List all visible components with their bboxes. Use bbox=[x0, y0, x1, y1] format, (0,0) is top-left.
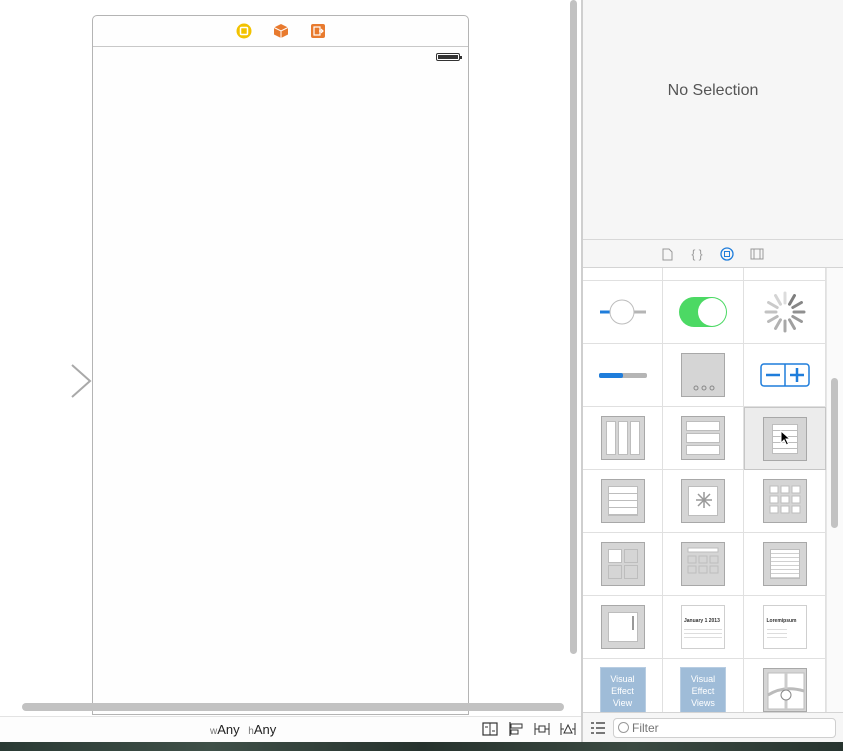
table-view-controller-item[interactable] bbox=[744, 407, 826, 470]
collection-view-controller-item[interactable] bbox=[744, 470, 826, 533]
stepper-item[interactable] bbox=[744, 344, 826, 407]
slider-item[interactable] bbox=[583, 281, 663, 344]
file-template-icon[interactable] bbox=[660, 247, 674, 261]
library-item[interactable] bbox=[583, 268, 663, 281]
desktop-background bbox=[0, 742, 843, 751]
scroll-view-item[interactable] bbox=[583, 596, 663, 659]
collection-view-item[interactable] bbox=[583, 470, 663, 533]
table-view-item[interactable] bbox=[583, 407, 663, 470]
visual-effect-views-item[interactable]: Visual Effect Views bbox=[663, 659, 744, 712]
pin-icon[interactable] bbox=[534, 722, 550, 736]
height-value: Any bbox=[253, 722, 277, 737]
picker-title: Loremipsum bbox=[766, 618, 797, 624]
visual-effect-views-label-3: Views bbox=[691, 698, 715, 708]
date-picker-year: 2013 bbox=[708, 618, 720, 624]
stack-icon[interactable] bbox=[482, 722, 498, 736]
view-controller-scene[interactable] bbox=[92, 15, 469, 715]
size-class-control[interactable]: wAny hAny bbox=[210, 722, 276, 737]
visual-effect-label-2: Effect bbox=[611, 686, 634, 696]
resolve-issues-icon[interactable] bbox=[560, 722, 576, 736]
date-picker-day: 1 bbox=[704, 618, 708, 624]
library-scrollbar[interactable] bbox=[826, 268, 843, 712]
scene-dock bbox=[93, 16, 468, 47]
list-view-toggle-icon[interactable] bbox=[591, 722, 605, 734]
collection-view-cell-item[interactable] bbox=[663, 533, 744, 596]
no-selection-label: No Selection bbox=[667, 82, 759, 99]
page-control-item[interactable] bbox=[663, 344, 744, 407]
code-snippet-icon[interactable]: { } bbox=[690, 247, 704, 261]
visual-effect-views-label-1: Visual bbox=[690, 674, 716, 684]
container-view-item[interactable] bbox=[583, 533, 663, 596]
view-controller-icon[interactable] bbox=[236, 23, 252, 39]
switch-item[interactable] bbox=[663, 281, 744, 344]
filter-input[interactable] bbox=[613, 718, 836, 738]
map-kit-view-item[interactable] bbox=[744, 659, 826, 712]
visual-effect-views-label-2: Effect bbox=[691, 686, 715, 696]
battery-icon bbox=[436, 53, 462, 61]
date-picker-month: January bbox=[684, 618, 704, 624]
progress-view-item[interactable] bbox=[583, 344, 663, 407]
canvas-bottom-bar: wAny hAny bbox=[0, 716, 582, 742]
align-icon[interactable] bbox=[508, 722, 524, 736]
library-item[interactable] bbox=[744, 268, 826, 281]
inspector-pane: No Selection bbox=[583, 0, 843, 240]
exit-icon[interactable] bbox=[310, 23, 326, 39]
picker-view-item[interactable]: Loremipsum bbox=[744, 596, 826, 659]
filter-icon bbox=[618, 722, 629, 733]
library-item[interactable] bbox=[663, 268, 744, 281]
object-library[interactable]: January 1 2013 Loremipsum Visual Effect … bbox=[583, 268, 826, 712]
visual-effect-view-item[interactable]: Visual Effect View bbox=[583, 659, 663, 712]
storyboard-canvas[interactable] bbox=[0, 0, 568, 716]
first-responder-icon[interactable] bbox=[273, 23, 289, 39]
canvas-horizontal-scrollbar[interactable] bbox=[22, 703, 564, 711]
visual-effect-label-3: View bbox=[612, 698, 633, 708]
initial-view-controller-arrow[interactable] bbox=[0, 362, 94, 400]
library-tab-bar: { } bbox=[583, 240, 843, 268]
canvas-vertical-scrollbar[interactable] bbox=[570, 0, 578, 654]
table-view-cell-item[interactable] bbox=[663, 407, 744, 470]
mouse-cursor-icon bbox=[780, 430, 792, 446]
object-library-icon[interactable] bbox=[720, 247, 734, 261]
activity-indicator-item[interactable] bbox=[744, 281, 826, 344]
library-filter-bar bbox=[583, 712, 843, 742]
image-view-item[interactable] bbox=[663, 470, 744, 533]
width-value: Any bbox=[217, 722, 240, 737]
visual-effect-label-1: Visual bbox=[610, 674, 635, 684]
text-view-item[interactable] bbox=[744, 533, 826, 596]
media-library-icon[interactable] bbox=[750, 247, 764, 261]
date-picker-item[interactable]: January 1 2013 bbox=[663, 596, 744, 659]
